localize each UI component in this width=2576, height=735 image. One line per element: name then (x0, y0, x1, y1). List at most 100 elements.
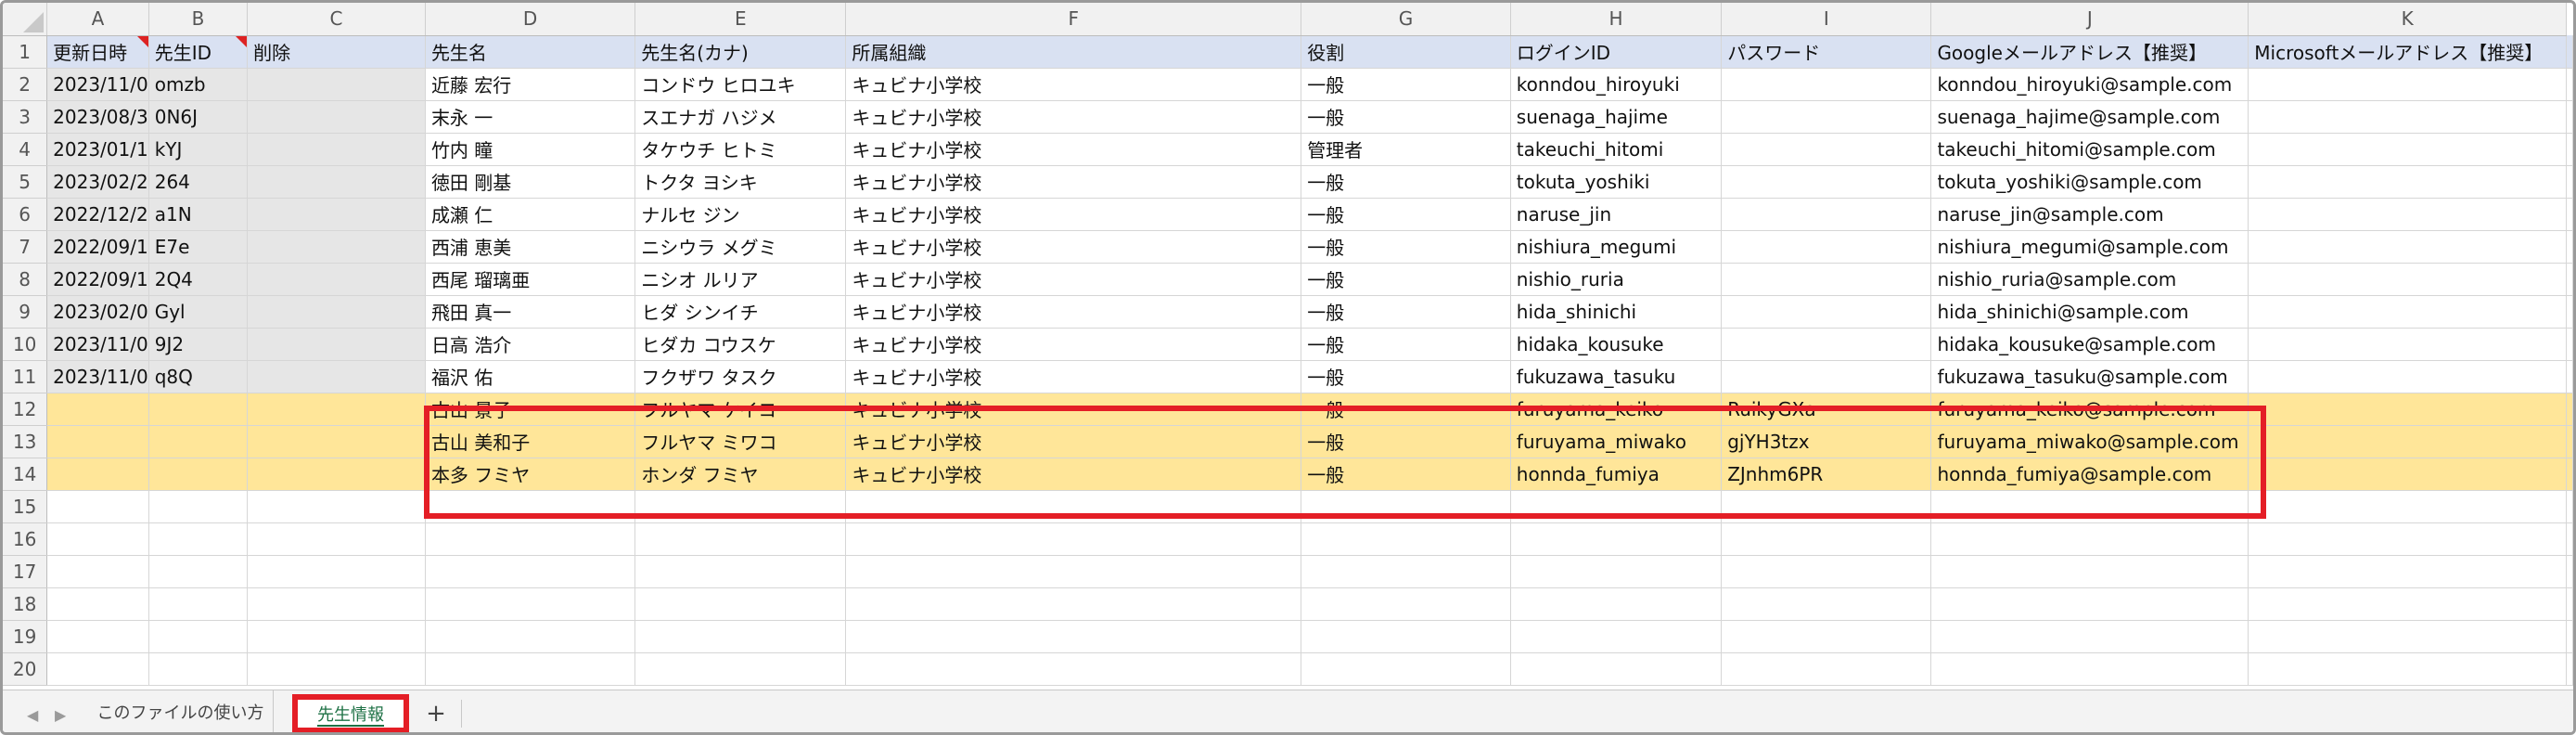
cell-microsoft-email[interactable] (2248, 652, 2567, 686)
cell-organization[interactable]: キュビナ小学校 (845, 360, 1302, 393)
cell-delete[interactable] (247, 522, 426, 556)
sheet-cell[interactable] (2566, 133, 2573, 166)
row-number[interactable]: 5 (3, 165, 48, 199)
cell-role[interactable]: 一般 (1301, 458, 1511, 491)
cell-teacher-name[interactable]: 近藤 宏行 (425, 68, 636, 101)
cell-delete[interactable] (247, 587, 426, 621)
cell-teacher-id[interactable]: kYJ (148, 133, 249, 166)
cell-delete[interactable] (247, 490, 426, 523)
cell-teacher-name[interactable] (425, 522, 636, 556)
cell-password[interactable]: ZJnhm6PR (1721, 458, 1932, 491)
column-header-c[interactable]: C (247, 3, 426, 36)
cell-updated-at[interactable] (46, 458, 149, 491)
cell-role[interactable]: 一般 (1301, 425, 1511, 458)
cell-teacher-name[interactable]: 本多 フミヤ (425, 458, 636, 491)
cell-google-email[interactable]: hida_shinichi@sample.com (1930, 295, 2249, 329)
cell-role[interactable]: 一般 (1301, 393, 1511, 426)
cell-teacher-name[interactable]: 古山 美和子 (425, 425, 636, 458)
column-header-k[interactable]: K (2248, 3, 2567, 36)
row-number[interactable]: 7 (3, 230, 48, 264)
cell-google-email[interactable]: takeuchi_hitomi@sample.com (1930, 133, 2249, 166)
sheet-cell[interactable] (2566, 198, 2573, 231)
cell-role[interactable]: 一般 (1301, 68, 1511, 101)
cell-updated-at[interactable]: 2023/11/0 (46, 68, 149, 101)
cell-role[interactable]: 一般 (1301, 100, 1511, 134)
cell-teacher-id[interactable]: 9J2 (148, 328, 249, 361)
cell-login-id[interactable] (1510, 555, 1723, 588)
cell-role[interactable]: 一般 (1301, 263, 1511, 296)
cell-google-email[interactable]: fukuzawa_tasuku@sample.com (1930, 360, 2249, 393)
cell-delete[interactable] (247, 393, 426, 426)
cell-role[interactable] (1301, 522, 1511, 556)
sheet-cell[interactable] (2566, 620, 2573, 653)
row-number[interactable]: 18 (3, 587, 48, 621)
cell-teacher-name-kana[interactable] (634, 555, 847, 588)
cell-teacher-name[interactable]: 成瀬 仁 (425, 198, 636, 231)
cell-microsoft-email[interactable] (2248, 490, 2567, 523)
cell-login-id[interactable] (1510, 522, 1723, 556)
cell-organization[interactable]: キュビナ小学校 (845, 230, 1302, 264)
cell-login-id[interactable] (1510, 490, 1723, 523)
cell-delete[interactable] (247, 360, 426, 393)
cell-updated-at[interactable] (46, 490, 149, 523)
cell-password[interactable] (1721, 100, 1932, 134)
cell-google-email[interactable]: tokuta_yoshiki@sample.com (1930, 165, 2249, 199)
cell-teacher-id[interactable]: q8Q (148, 360, 249, 393)
cell-teacher-name[interactable]: 古山 景子 (425, 393, 636, 426)
cell-teacher-name[interactable] (425, 620, 636, 653)
cell-google-email[interactable]: konndou_hiroyuki@sample.com (1930, 68, 2249, 101)
cell-microsoft-email[interactable] (2248, 555, 2567, 588)
cell-updated-at[interactable] (46, 555, 149, 588)
cell-teacher-id[interactable] (148, 652, 249, 686)
cell-delete[interactable] (247, 263, 426, 296)
cell-role[interactable]: 一般 (1301, 165, 1511, 199)
cell-google-email[interactable] (1930, 620, 2249, 653)
row-number[interactable]: 10 (3, 328, 48, 361)
cell-microsoft-email[interactable] (2248, 295, 2567, 329)
cell-google-email[interactable]: nishio_ruria@sample.com (1930, 263, 2249, 296)
cell-microsoft-email[interactable] (2248, 133, 2567, 166)
header-cell-role[interactable]: 役割 (1301, 35, 1511, 69)
column-header-j[interactable]: J (1930, 3, 2249, 36)
cell-microsoft-email[interactable] (2248, 393, 2567, 426)
sheet-cell[interactable] (2566, 555, 2573, 588)
cell-teacher-name[interactable]: 西尾 瑠璃亜 (425, 263, 636, 296)
header-cell-teacher-id[interactable]: 先生ID (148, 35, 249, 69)
cell-role[interactable]: 一般 (1301, 230, 1511, 264)
cell-updated-at[interactable]: 2023/01/1 (46, 133, 149, 166)
cell-login-id[interactable]: furuyama_miwako (1510, 425, 1723, 458)
cell-teacher-name-kana[interactable]: ニシオ ルリア (634, 263, 847, 296)
cell-microsoft-email[interactable] (2248, 328, 2567, 361)
cell-delete[interactable] (247, 198, 426, 231)
cell-organization[interactable]: キュビナ小学校 (845, 328, 1302, 361)
column-header-e[interactable]: E (634, 3, 847, 36)
cell-teacher-name-kana[interactable]: ヒダ シンイチ (634, 295, 847, 329)
cell-password[interactable] (1721, 230, 1932, 264)
cell-teacher-name[interactable] (425, 490, 636, 523)
next-sheet-icon[interactable]: ▶ (55, 706, 66, 724)
cell-organization[interactable]: キュビナ小学校 (845, 133, 1302, 166)
sheet-tab-teacher-info[interactable]: 先生情報 (292, 694, 409, 732)
cell-delete[interactable] (247, 555, 426, 588)
cell-teacher-name[interactable]: 竹内 瞳 (425, 133, 636, 166)
cell-delete[interactable] (247, 133, 426, 166)
sheet-cell[interactable] (2566, 652, 2573, 686)
cell-google-email[interactable]: honnda_fumiya@sample.com (1930, 458, 2249, 491)
cell-role[interactable]: 管理者 (1301, 133, 1511, 166)
cell-role[interactable]: 一般 (1301, 328, 1511, 361)
cell-login-id[interactable] (1510, 620, 1723, 653)
cell-google-email[interactable]: hidaka_kousuke@sample.com (1930, 328, 2249, 361)
cell-password[interactable] (1721, 360, 1932, 393)
cell-teacher-name-kana[interactable]: フルヤマ ミワコ (634, 425, 847, 458)
cell-role[interactable] (1301, 652, 1511, 686)
cell-password[interactable] (1721, 165, 1932, 199)
sheet-cell[interactable] (2566, 490, 2573, 523)
cell-microsoft-email[interactable] (2248, 360, 2567, 393)
cell-login-id[interactable]: hidaka_kousuke (1510, 328, 1723, 361)
cell-google-email[interactable]: furuyama_keiko@sample.com (1930, 393, 2249, 426)
cell-password[interactable] (1721, 652, 1932, 686)
cell-password[interactable] (1721, 133, 1932, 166)
cell-password[interactable]: gjYH3tzx (1721, 425, 1932, 458)
cell-password[interactable] (1721, 522, 1932, 556)
column-header-i[interactable]: I (1721, 3, 1932, 36)
